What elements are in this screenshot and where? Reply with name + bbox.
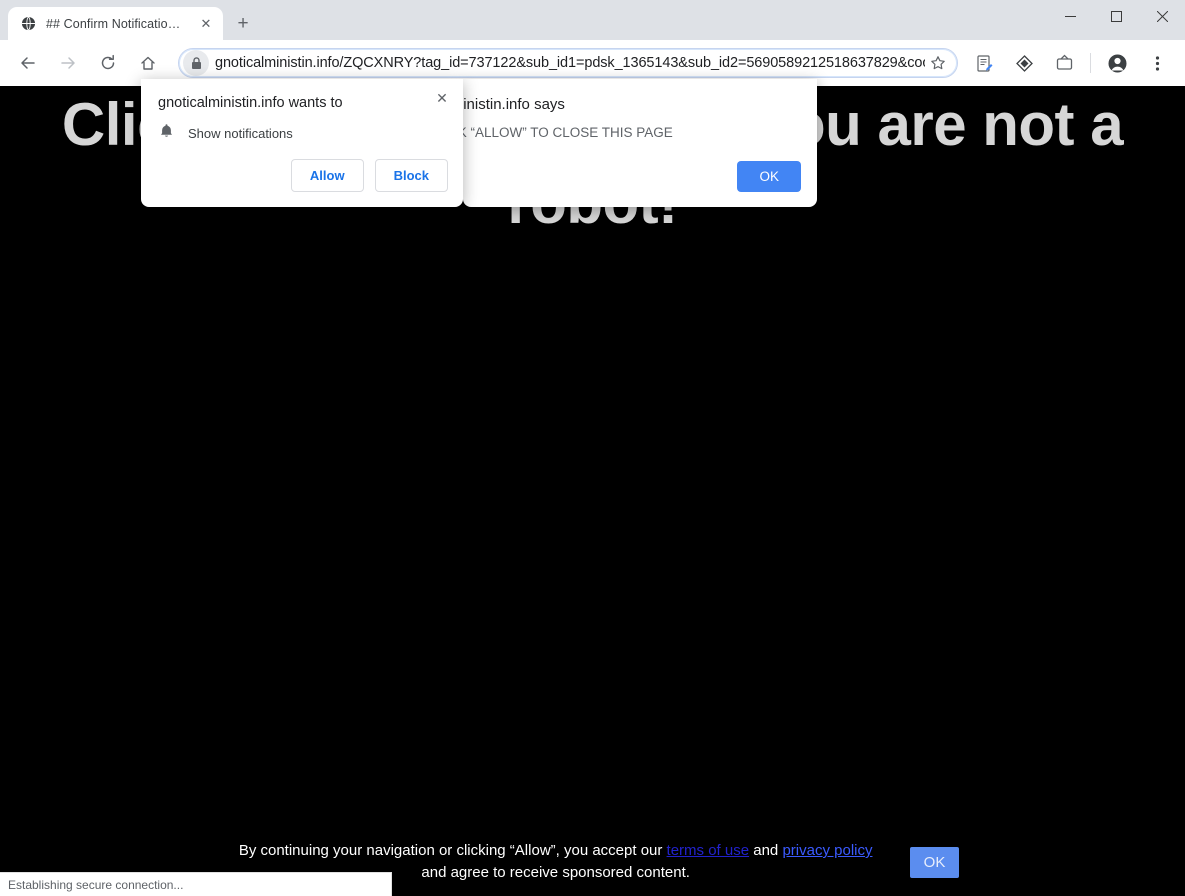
tab-title: ## Confirm Notifications ##	[46, 16, 187, 31]
address-bar[interactable]: gnoticalministin.info/ZQCXNRY?tag_id=737…	[178, 48, 958, 78]
lock-icon[interactable]	[183, 50, 209, 76]
tab-strip: ## Confirm Notifications ## ✕ +	[0, 0, 257, 40]
reload-icon[interactable]	[93, 48, 123, 78]
tab-close-icon[interactable]: ✕	[197, 15, 215, 33]
permission-dialog-title: gnoticalministin.info wants to	[158, 95, 343, 111]
alert-message: CLICK “ALLOW” TO CLOSE THIS PAGE	[463, 125, 673, 140]
globe-icon	[20, 16, 36, 32]
status-text: Establishing secure connection...	[8, 877, 184, 892]
window-controls	[1047, 0, 1185, 32]
block-button[interactable]: Block	[374, 159, 448, 192]
terms-of-use-link[interactable]: terms of use	[667, 842, 750, 859]
permission-label: Show notifications	[188, 126, 293, 141]
profile-avatar-icon[interactable]	[1102, 48, 1132, 78]
diamond-extension-icon[interactable]	[1009, 48, 1039, 78]
consent-text-before: By continuing your navigation or clickin…	[238, 842, 667, 859]
consent-ok-button[interactable]: OK	[909, 846, 960, 878]
new-tab-button[interactable]: +	[229, 9, 257, 37]
alert-title: gnoticalministin.info says	[463, 96, 565, 113]
toolbar-divider	[1090, 53, 1091, 73]
page-viewport: Click “Allow” to confirm you are not a r…	[0, 86, 1185, 896]
window-maximize-button[interactable]	[1093, 0, 1139, 32]
consent-text-after: and agree to receive sponsored content.	[421, 864, 690, 881]
alert-ok-button[interactable]: OK	[737, 161, 801, 192]
forward-icon[interactable]	[53, 48, 83, 78]
browser-window: ## Confirm Notifications ## ✕ + gnotical…	[0, 0, 1185, 896]
javascript-alert-dialog: gnoticalministin.info says CLICK “ALLOW”…	[463, 79, 817, 207]
home-icon[interactable]	[133, 48, 163, 78]
browser-tab[interactable]: ## Confirm Notifications ## ✕	[8, 7, 223, 40]
star-icon[interactable]	[925, 50, 951, 76]
extension-icons	[964, 48, 1177, 78]
permission-actions: Allow Block	[290, 159, 448, 192]
notes-extension-icon[interactable]	[969, 48, 999, 78]
consent-text-middle: and	[749, 842, 783, 859]
title-bar: ## Confirm Notifications ## ✕ +	[0, 0, 1185, 40]
privacy-policy-link[interactable]: privacy policy	[782, 842, 872, 859]
three-dot-menu-icon[interactable]	[1142, 48, 1172, 78]
window-minimize-button[interactable]	[1047, 0, 1093, 32]
back-icon[interactable]	[13, 48, 43, 78]
notification-permission-dialog: ✕ gnoticalministin.info wants to Show no…	[141, 79, 463, 207]
close-icon[interactable]: ✕	[431, 87, 453, 109]
allow-button[interactable]: Allow	[290, 159, 364, 192]
status-bar: Establishing secure connection...	[0, 872, 392, 896]
url-text: gnoticalministin.info/ZQCXNRY?tag_id=737…	[215, 55, 925, 71]
cast-icon[interactable]	[1049, 48, 1079, 78]
permission-request-row: Show notifications	[159, 123, 293, 144]
window-close-button[interactable]	[1139, 0, 1185, 32]
bell-icon	[159, 123, 174, 144]
